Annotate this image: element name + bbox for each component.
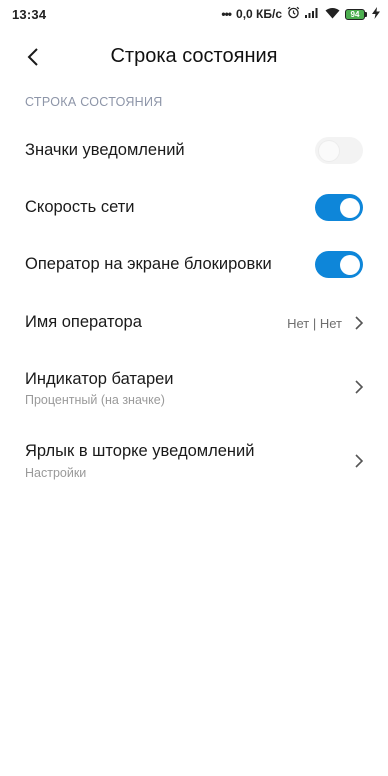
chevron-right-icon xyxy=(355,454,364,468)
alarm-icon xyxy=(287,6,300,22)
status-time: 13:34 xyxy=(12,7,47,22)
operator-lockscreen-toggle[interactable] xyxy=(315,251,363,278)
signal-icon xyxy=(305,7,320,21)
setting-operator-lockscreen[interactable]: Оператор на экране блокировки xyxy=(0,238,388,292)
setting-operator-name[interactable]: Имя оператора Нет | Нет xyxy=(0,296,388,350)
notification-icons-toggle[interactable] xyxy=(315,137,363,164)
status-bar: 13:34 ••• 0,0 КБ/с 94 xyxy=(0,0,388,30)
battery-icon: 94 xyxy=(345,8,367,20)
setting-label: Скорость сети xyxy=(25,198,135,216)
setting-notification-icons[interactable]: Значки уведомлений xyxy=(0,124,388,178)
charging-icon xyxy=(372,6,380,22)
toggle-knob xyxy=(339,197,360,218)
chevron-right-icon xyxy=(355,380,364,394)
app-header: Строка состояния xyxy=(0,36,388,78)
setting-battery-indicator[interactable]: Индикатор батареи Процентный (на значке) xyxy=(0,358,388,420)
network-speed-toggle[interactable] xyxy=(315,194,363,221)
setting-shade-shortcut[interactable]: Ярлык в шторке уведомлений Настройки xyxy=(0,430,388,492)
toggle-knob xyxy=(318,140,339,161)
setting-subtitle: Процентный (на значке) xyxy=(25,393,165,407)
operator-name-value: Нет | Нет xyxy=(287,316,342,331)
toggle-knob xyxy=(339,254,360,275)
setting-subtitle: Настройки xyxy=(25,466,87,480)
setting-label: Имя оператора xyxy=(25,313,142,331)
section-header: СТРОКА СОСТОЯНИЯ xyxy=(25,95,163,109)
setting-label: Ярлык в шторке уведомлений xyxy=(25,442,255,460)
wifi-icon xyxy=(325,7,340,22)
more-dots: ••• xyxy=(221,7,232,21)
setting-label: Оператор на экране блокировки xyxy=(25,255,272,273)
page-title: Строка состояния xyxy=(110,45,278,67)
chevron-right-icon xyxy=(355,316,364,330)
setting-network-speed[interactable]: Скорость сети xyxy=(0,181,388,235)
setting-label: Индикатор батареи xyxy=(25,370,174,388)
battery-level: 94 xyxy=(345,8,365,20)
status-icons: ••• 0,0 КБ/с 94 xyxy=(221,6,380,22)
network-speed: 0,0 КБ/с xyxy=(236,7,282,21)
setting-label: Значки уведомлений xyxy=(25,141,185,159)
